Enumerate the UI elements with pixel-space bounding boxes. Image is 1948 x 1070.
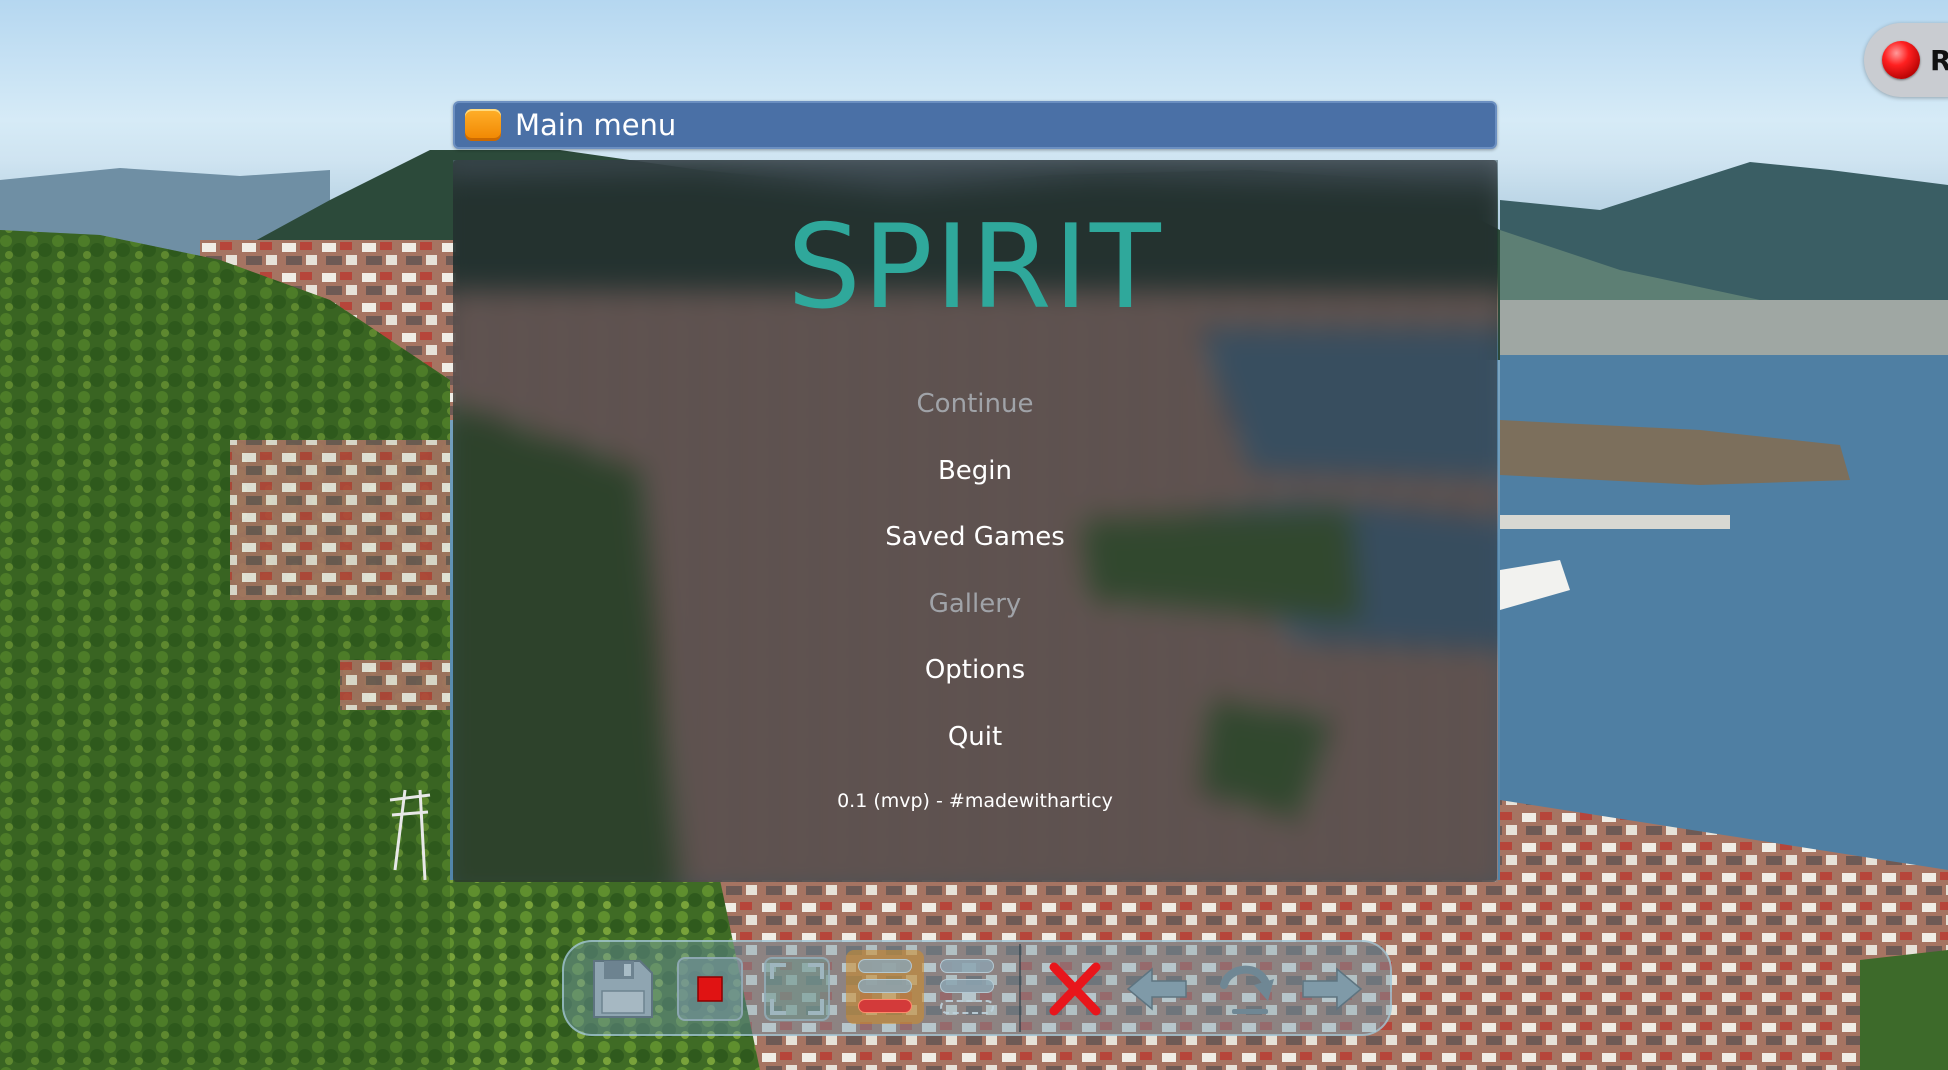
- skip-button[interactable]: [934, 957, 1000, 1021]
- curved-return-arrow-icon: [1220, 965, 1274, 1014]
- close-button[interactable]: [1042, 957, 1108, 1021]
- menu-item-continue[interactable]: Continue: [453, 389, 1497, 419]
- menu-item-options[interactable]: Options: [453, 655, 1497, 685]
- history-button[interactable]: [846, 950, 924, 1024]
- window-title: Main menu: [515, 108, 677, 142]
- frame-corners-icon: [770, 963, 824, 1015]
- stop-button[interactable]: [677, 957, 743, 1021]
- menu-item-gallery[interactable]: Gallery: [453, 589, 1497, 619]
- floppy-disk-icon: [593, 960, 653, 1018]
- rollback-button[interactable]: [1214, 957, 1280, 1021]
- app-icon: [465, 109, 501, 141]
- record-button[interactable]: R: [1864, 23, 1948, 97]
- fullscreen-button[interactable]: [764, 957, 830, 1021]
- menu-item-quit[interactable]: Quit: [453, 722, 1497, 752]
- version-label: 0.1 (mvp) - #madewitharticy: [837, 790, 1113, 812]
- main-menu-panel: SPIRIT Continue Begin Saved Games Galler…: [453, 160, 1497, 882]
- toolbar-divider: [1019, 944, 1021, 1032]
- arrow-right-icon: [1302, 967, 1363, 1011]
- back-button[interactable]: [1124, 957, 1190, 1021]
- record-dot-icon: [1882, 41, 1920, 79]
- game-screen: Main menu SPIRIT Continue Begin Saved Ga…: [0, 0, 1948, 1070]
- menu-item-begin[interactable]: Begin: [453, 456, 1497, 486]
- forward-button[interactable]: [1299, 957, 1365, 1021]
- red-x-icon: [1049, 962, 1101, 1016]
- record-label: R: [1930, 43, 1948, 77]
- quick-menu-toolbar: [562, 940, 1392, 1036]
- save-button[interactable]: [590, 957, 656, 1021]
- arrow-left-icon: [1126, 967, 1187, 1011]
- menu-item-saved-games[interactable]: Saved Games: [453, 522, 1497, 552]
- stop-square-icon: [697, 976, 723, 1002]
- main-menu-title-bar: Main menu: [453, 101, 1497, 149]
- game-title: SPIRIT: [787, 200, 1163, 335]
